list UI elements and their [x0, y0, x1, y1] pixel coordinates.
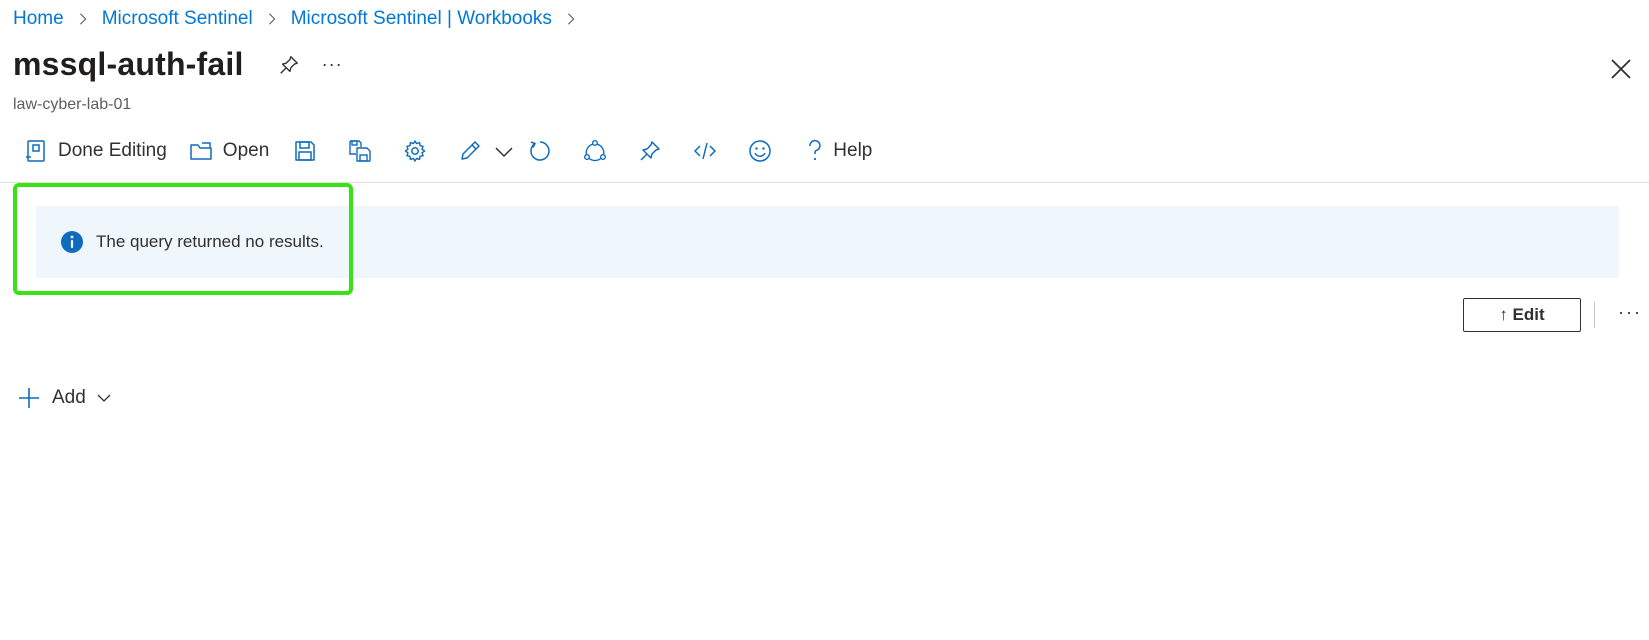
- help-button[interactable]: Help: [803, 138, 872, 164]
- advanced-editor-button[interactable]: [693, 138, 717, 164]
- page-subtitle: law-cyber-lab-01: [13, 96, 132, 113]
- save-as-icon: [349, 140, 371, 162]
- settings-button[interactable]: [403, 138, 427, 164]
- pin-icon[interactable]: [278, 54, 300, 76]
- plus-icon: [19, 388, 39, 408]
- save-icon: [295, 141, 316, 161]
- add-label: Add: [52, 387, 86, 408]
- save-button[interactable]: [293, 138, 317, 164]
- item-more-options-button[interactable]: ···: [1618, 302, 1642, 323]
- refresh-button[interactable]: [528, 138, 552, 164]
- chevron-down-icon: [97, 394, 111, 402]
- edit-pencil-button[interactable]: [458, 138, 482, 164]
- pencil-icon: [461, 141, 481, 160]
- refresh-icon: [530, 141, 550, 161]
- open-button[interactable]: Open: [189, 138, 269, 164]
- pin-to-dashboard-button[interactable]: [638, 138, 662, 164]
- edit-item-button[interactable]: ↑ Edit: [1463, 298, 1581, 332]
- edit-dropdown-button[interactable]: [492, 138, 516, 164]
- add-button[interactable]: Add: [18, 387, 112, 409]
- pin-icon: [640, 141, 661, 161]
- close-icon[interactable]: [1610, 58, 1632, 80]
- help-label: Help: [833, 140, 873, 161]
- save-as-button[interactable]: [348, 138, 372, 164]
- open-label: Open: [222, 140, 270, 161]
- highlight-annotation: [13, 183, 353, 295]
- chevron-right-icon: [79, 13, 87, 25]
- item-actions-divider: [1594, 302, 1595, 328]
- toolbar: Done Editing Open Help: [24, 138, 872, 164]
- question-icon: [809, 139, 822, 161]
- done-editing-icon: [26, 140, 45, 162]
- chevron-down-icon: [495, 147, 513, 158]
- breadcrumb-sentinel-workbooks[interactable]: Microsoft Sentinel | Workbooks: [291, 8, 552, 30]
- more-options-button[interactable]: ···: [322, 54, 343, 75]
- feedback-button[interactable]: [748, 138, 772, 164]
- share-icon: [584, 140, 607, 162]
- done-editing-label: Done Editing: [58, 140, 167, 161]
- chevron-right-icon: [268, 13, 276, 25]
- folder-open-icon: [190, 142, 212, 160]
- done-editing-button[interactable]: Done Editing: [24, 138, 167, 164]
- share-button[interactable]: [583, 138, 607, 164]
- gear-icon: [404, 140, 426, 162]
- chevron-right-icon: [567, 13, 575, 25]
- breadcrumb-home[interactable]: Home: [13, 8, 64, 30]
- page-title: mssql-auth-fail: [13, 46, 244, 82]
- breadcrumb-microsoft-sentinel[interactable]: Microsoft Sentinel: [102, 8, 253, 30]
- smiley-icon: [749, 140, 772, 162]
- breadcrumb: Home Microsoft Sentinel Microsoft Sentin…: [13, 8, 590, 30]
- code-icon: [694, 142, 717, 160]
- page-header: mssql-auth-fail ···: [13, 46, 343, 83]
